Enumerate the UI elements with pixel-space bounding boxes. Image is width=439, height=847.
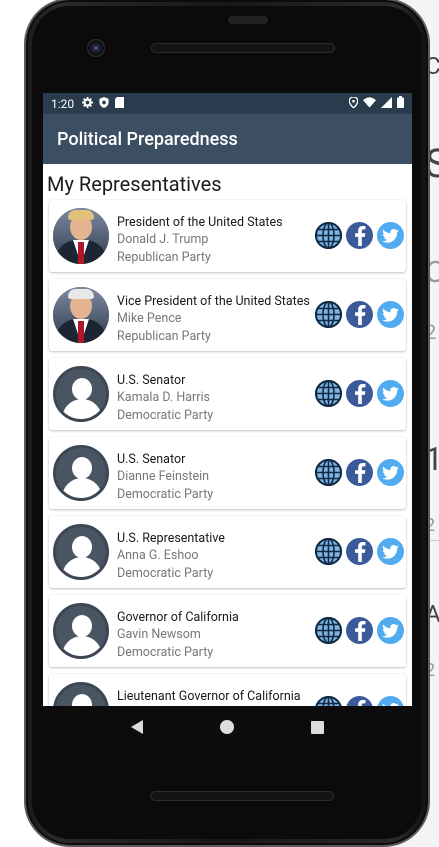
representative-name: Gavin Newsom <box>117 627 201 642</box>
home-icon[interactable] <box>219 720 234 734</box>
representative-info: U.S. Senator Kamala D. Harris Democratic P… <box>117 372 316 424</box>
facebook-icon[interactable] <box>346 696 373 706</box>
office-title: U.S. Senator <box>117 373 186 388</box>
settings-icon <box>82 96 94 111</box>
website-globe-icon[interactable] <box>315 222 342 249</box>
twitter-icon[interactable] <box>377 459 404 486</box>
twitter-icon[interactable] <box>377 380 404 407</box>
website-globe-icon[interactable] <box>315 301 342 328</box>
website-globe-icon[interactable] <box>315 696 342 706</box>
office-title: Lieutenant Governor of California <box>117 689 301 704</box>
signal-icon <box>381 96 392 111</box>
office-title: U.S. Representative <box>117 531 225 546</box>
representative-info: Lieutenant Governor of California <box>117 688 316 705</box>
website-globe-icon[interactable] <box>315 459 342 486</box>
representatives-content: My Representatives President of the Unit… <box>43 164 412 706</box>
social-links <box>315 617 404 644</box>
representative-info: President of the United States Donald J. … <box>117 214 316 266</box>
twitter-icon[interactable] <box>377 301 404 328</box>
representative-info: U.S. Senator Dianne Feinstein Democratic P… <box>117 451 316 503</box>
avatar <box>53 208 109 264</box>
avatar <box>53 287 109 343</box>
representative-name: Kamala D. Harris <box>117 390 210 405</box>
wifi-icon <box>363 96 376 111</box>
app-bar: Political Preparedness <box>43 114 412 164</box>
social-links <box>315 222 404 249</box>
party-name: Democratic Party <box>117 644 214 660</box>
website-globe-icon[interactable] <box>315 380 342 407</box>
navigation-bar <box>43 706 412 748</box>
avatar <box>53 603 109 659</box>
representative-card[interactable]: Lieutenant Governor of California <box>49 674 406 706</box>
twitter-icon[interactable] <box>377 617 404 644</box>
social-links <box>315 459 404 486</box>
representatives-list: President of the United States Donald J. … <box>47 200 408 706</box>
status-time: 1:20 <box>51 96 75 111</box>
representative-card[interactable]: U.S. Senator Kamala D. Harris Democratic P… <box>49 358 406 430</box>
office-title: President of the United States <box>117 215 283 230</box>
facebook-icon[interactable] <box>346 301 373 328</box>
front-camera <box>88 40 104 56</box>
recent-apps-icon[interactable] <box>310 720 324 734</box>
app-screen: 1:20 Political Preparedness My Represent… <box>43 93 412 706</box>
party-name: Democratic Party <box>117 486 214 502</box>
social-links <box>315 696 404 706</box>
twitter-icon[interactable] <box>377 222 404 249</box>
representative-card[interactable]: Vice President of the United States Mike … <box>49 279 406 351</box>
shield-icon <box>99 96 109 111</box>
top-speaker <box>151 43 335 53</box>
avatar <box>53 682 109 706</box>
sensor <box>228 16 268 24</box>
social-links <box>315 380 404 407</box>
representative-card[interactable]: U.S. Senator Dianne Feinstein Democratic P… <box>49 437 406 509</box>
website-globe-icon[interactable] <box>315 538 342 565</box>
representative-info: U.S. Representative Anna G. Eshoo Democrat… <box>117 530 316 582</box>
party-name: Democratic Party <box>117 407 214 423</box>
facebook-icon[interactable] <box>346 617 373 644</box>
social-links <box>315 301 404 328</box>
party-name: Republican Party <box>117 249 211 265</box>
status-right <box>348 95 404 111</box>
party-name: Democratic Party <box>117 565 214 581</box>
avatar <box>53 524 109 580</box>
facebook-icon[interactable] <box>346 459 373 486</box>
party-name: Republican Party <box>117 328 211 344</box>
facebook-icon[interactable] <box>346 538 373 565</box>
representative-name: Anna G. Eshoo <box>117 548 199 563</box>
office-title: U.S. Senator <box>117 452 186 467</box>
representative-card[interactable]: U.S. Representative Anna G. Eshoo Democrat… <box>49 516 406 588</box>
representative-info: Governor of California Gavin Newsom Democr… <box>117 609 316 661</box>
avatar <box>53 366 109 422</box>
bottom-speaker <box>150 791 334 801</box>
facebook-icon[interactable] <box>346 380 373 407</box>
representative-card[interactable]: President of the United States Donald J. … <box>49 200 406 272</box>
app-title: Political Preparedness <box>57 128 238 150</box>
office-title: Governor of California <box>117 610 239 625</box>
twitter-icon[interactable] <box>377 538 404 565</box>
office-title: Vice President of the United States <box>117 294 310 309</box>
facebook-icon[interactable] <box>346 222 373 249</box>
back-icon[interactable] <box>131 720 144 734</box>
status-bar: 1:20 <box>43 93 412 114</box>
website-globe-icon[interactable] <box>315 617 342 644</box>
representative-name: Donald J. Trump <box>117 232 209 247</box>
representative-card[interactable]: Governor of California Gavin Newsom Democr… <box>49 595 406 667</box>
representative-name: Mike Pence <box>117 311 182 326</box>
location-icon <box>348 95 359 111</box>
social-links <box>315 538 404 565</box>
section-title: My Representatives <box>47 172 222 196</box>
avatar <box>53 445 109 501</box>
sim-icon <box>115 96 125 111</box>
twitter-icon[interactable] <box>377 696 404 706</box>
representative-name: Dianne Feinstein <box>117 469 210 484</box>
representative-info: Vice President of the United States Mike … <box>117 293 316 345</box>
battery-icon <box>397 96 404 111</box>
